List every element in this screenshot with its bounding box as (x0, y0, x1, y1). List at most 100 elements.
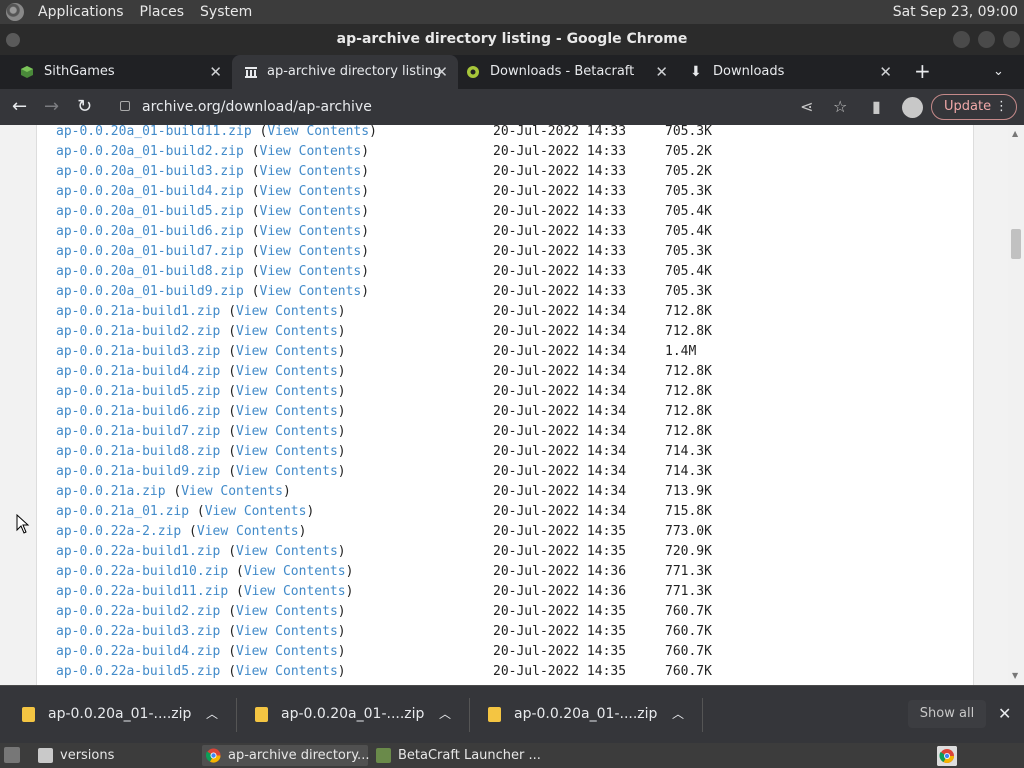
lock-icon[interactable] (120, 101, 130, 111)
view-contents-link[interactable]: View Contents (260, 244, 362, 259)
file-link[interactable]: ap-0.0.21a-build7.zip (56, 424, 220, 439)
file-link[interactable]: ap-0.0.20a_01-build5.zip (56, 204, 244, 219)
view-contents-link[interactable]: View Contents (267, 125, 369, 139)
minimize-button[interactable] (953, 31, 970, 48)
reload-icon[interactable]: ↻ (77, 89, 92, 125)
menu-applications[interactable]: Applications (30, 4, 132, 20)
task-versions[interactable]: versions (34, 745, 198, 766)
close-window-button[interactable] (1003, 31, 1020, 48)
chevron-up-icon[interactable]: ︿ (206, 686, 218, 742)
address-bar[interactable]: archive.org/download/ap-archive (110, 93, 860, 121)
panel-clock[interactable]: Sat Sep 23, 09:00 (893, 4, 1018, 20)
view-contents-link[interactable]: View Contents (236, 624, 338, 639)
file-link[interactable]: ap-0.0.22a-build4.zip (56, 644, 220, 659)
file-link[interactable]: ap-0.0.22a-build2.zip (56, 604, 220, 619)
file-link[interactable]: ap-0.0.21a-build6.zip (56, 404, 220, 419)
file-link[interactable]: ap-0.0.21a-build9.zip (56, 464, 220, 479)
kebab-menu-icon[interactable]: ⋮ (995, 95, 1008, 119)
file-link[interactable]: ap-0.0.21a-build3.zip (56, 344, 220, 359)
view-contents-link[interactable]: View Contents (236, 644, 338, 659)
page-scrollbar[interactable]: ▲ ▼ (1008, 125, 1024, 685)
file-link[interactable]: ap-0.0.20a_01-build8.zip (56, 264, 244, 279)
chevron-up-icon[interactable]: ︿ (439, 686, 451, 742)
close-tab-icon[interactable]: ✕ (209, 55, 222, 89)
file-link[interactable]: ap-0.0.21a-build5.zip (56, 384, 220, 399)
view-contents-link[interactable]: View Contents (260, 204, 362, 219)
tab-sithgames[interactable]: SithGames ✕ (0, 55, 232, 89)
download-item[interactable]: ap-0.0.20a_01-....zip ︿ (466, 686, 699, 744)
view-contents-link[interactable]: View Contents (236, 604, 338, 619)
view-contents-link[interactable]: View Contents (236, 384, 338, 399)
view-contents-link[interactable]: View Contents (260, 284, 362, 299)
file-link[interactable]: ap-0.0.22a-2.zip (56, 524, 181, 539)
file-link[interactable]: ap-0.0.20a_01-build3.zip (56, 164, 244, 179)
file-link[interactable]: ap-0.0.20a_01-build11.zip (56, 125, 252, 139)
task-betacraft[interactable]: BetaCraft Launcher ... (372, 745, 541, 766)
side-panel-icon[interactable]: ▮ (872, 89, 881, 125)
view-contents-link[interactable]: View Contents (260, 164, 362, 179)
profile-avatar-icon[interactable] (902, 97, 923, 118)
file-link[interactable]: ap-0.0.20a_01-build4.zip (56, 184, 244, 199)
view-contents-link[interactable]: View Contents (236, 364, 338, 379)
view-contents-link[interactable]: View Contents (260, 224, 362, 239)
view-contents-link[interactable]: View Contents (236, 324, 338, 339)
close-tab-icon[interactable]: ✕ (879, 55, 892, 89)
window-titlebar[interactable]: ap-archive directory listing - Google Ch… (0, 24, 1024, 55)
close-tab-icon[interactable]: ✕ (435, 55, 448, 89)
tab-search-chevron-icon[interactable]: ⌄ (993, 55, 1004, 89)
close-shelf-icon[interactable]: ✕ (998, 700, 1011, 728)
show-desktop-icon[interactable] (4, 747, 20, 763)
file-link[interactable]: ap-0.0.21a-build8.zip (56, 444, 220, 459)
view-contents-link[interactable]: View Contents (236, 464, 338, 479)
file-link[interactable]: ap-0.0.20a_01-build9.zip (56, 284, 244, 299)
file-link[interactable]: ap-0.0.21a-build1.zip (56, 304, 220, 319)
bookmark-star-icon[interactable]: ☆ (833, 89, 847, 125)
scrollbar-thumb[interactable] (1011, 229, 1021, 259)
show-all-button[interactable]: Show all (908, 700, 986, 728)
gnome-logo-icon[interactable] (6, 3, 24, 21)
file-link[interactable]: ap-0.0.20a_01-build2.zip (56, 144, 244, 159)
tab-downloads[interactable]: ⬇ Downloads ✕ (678, 55, 902, 89)
view-contents-link[interactable]: View Contents (260, 264, 362, 279)
tab-ap-archive[interactable]: ap-archive directory listing ✕ (232, 55, 458, 89)
task-chrome[interactable]: ap-archive directory... (202, 745, 369, 766)
view-contents-link[interactable]: View Contents (236, 664, 338, 679)
forward-arrow-icon[interactable]: → (44, 89, 59, 125)
view-contents-link[interactable]: View Contents (244, 584, 346, 599)
file-link[interactable]: ap-0.0.22a-build10.zip (56, 564, 228, 579)
file-link[interactable]: ap-0.0.20a_01-build6.zip (56, 224, 244, 239)
view-contents-link[interactable]: View Contents (236, 404, 338, 419)
back-arrow-icon[interactable]: ← (12, 89, 27, 125)
file-link[interactable]: ap-0.0.21a_01.zip (56, 504, 189, 519)
menu-system[interactable]: System (192, 4, 260, 20)
scroll-down-arrow-icon[interactable]: ▼ (1012, 671, 1018, 680)
download-item[interactable]: ap-0.0.20a_01-....zip ︿ (0, 686, 233, 744)
view-contents-link[interactable]: View Contents (260, 184, 362, 199)
file-link[interactable]: ap-0.0.22a-build1.zip (56, 544, 220, 559)
view-contents-link[interactable]: View Contents (236, 444, 338, 459)
tab-betacraft[interactable]: Downloads - Betacraft ✕ (458, 55, 678, 89)
chevron-up-icon[interactable]: ︿ (672, 686, 684, 742)
close-tab-icon[interactable]: ✕ (655, 55, 668, 89)
scroll-up-arrow-icon[interactable]: ▲ (1012, 129, 1018, 138)
file-link[interactable]: ap-0.0.22a-build11.zip (56, 584, 228, 599)
download-item[interactable]: ap-0.0.20a_01-....zip ︿ (233, 686, 466, 744)
file-link[interactable]: ap-0.0.21a-build4.zip (56, 364, 220, 379)
view-contents-link[interactable]: View Contents (236, 344, 338, 359)
file-link[interactable]: ap-0.0.22a-build5.zip (56, 664, 220, 679)
view-contents-link[interactable]: View Contents (260, 144, 362, 159)
new-tab-button[interactable]: + (914, 55, 931, 87)
file-link[interactable]: ap-0.0.20a_01-build7.zip (56, 244, 244, 259)
view-contents-link[interactable]: View Contents (205, 504, 307, 519)
view-contents-link[interactable]: View Contents (236, 544, 338, 559)
url-text[interactable]: archive.org/download/ap-archive (142, 93, 372, 121)
view-contents-link[interactable]: View Contents (236, 424, 338, 439)
file-link[interactable]: ap-0.0.21a-build2.zip (56, 324, 220, 339)
view-contents-link[interactable]: View Contents (197, 524, 299, 539)
share-icon[interactable]: ⋖ (800, 89, 813, 125)
maximize-button[interactable] (978, 31, 995, 48)
update-button[interactable]: Update ⋮ (931, 94, 1017, 120)
menu-places[interactable]: Places (132, 4, 193, 20)
view-contents-link[interactable]: View Contents (236, 304, 338, 319)
view-contents-link[interactable]: View Contents (181, 484, 283, 499)
